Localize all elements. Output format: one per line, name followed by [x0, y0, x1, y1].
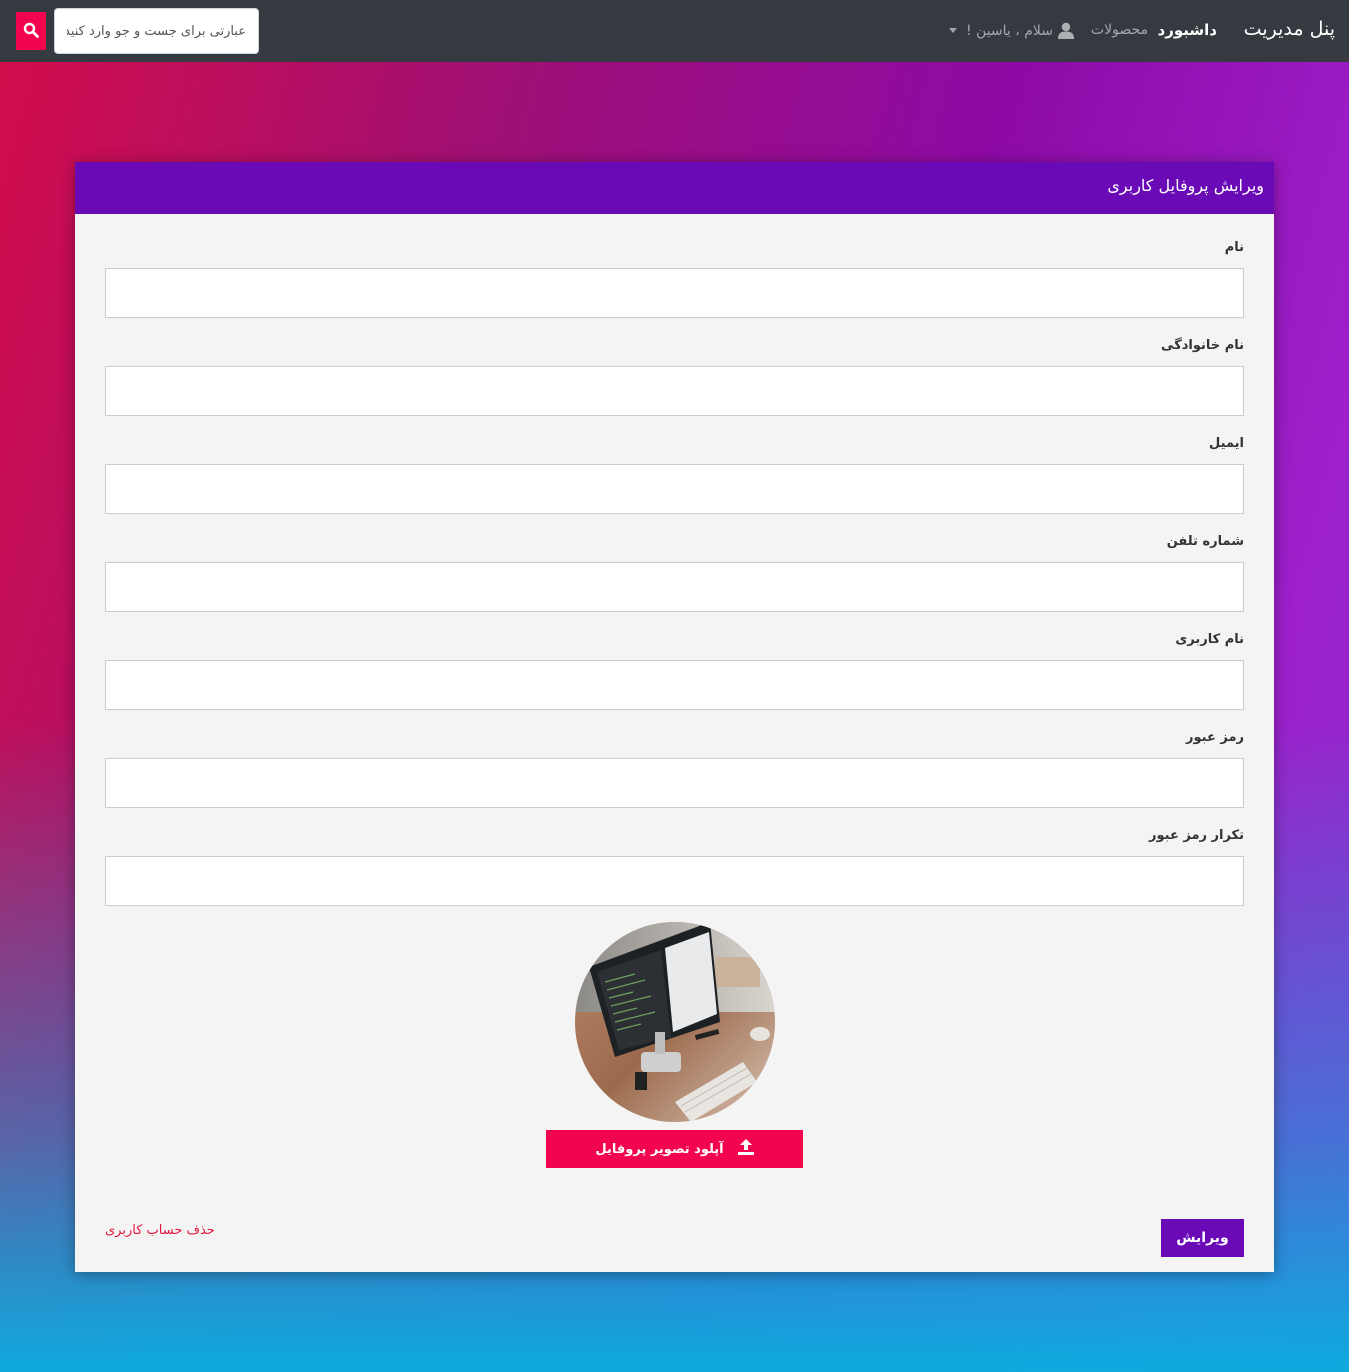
navbar-brand[interactable]: پنل مدیریت: [1244, 18, 1335, 40]
card-title: ویرایش پروفایل کاربری: [75, 162, 1274, 214]
password-field[interactable]: [105, 758, 1244, 808]
profile-avatar-image: [575, 922, 775, 1122]
phone-field[interactable]: [105, 562, 1244, 612]
submit-edit-button[interactable]: ویرایش: [1161, 1219, 1244, 1257]
password-label: رمز عبور: [1186, 730, 1244, 745]
nav-products-link[interactable]: محصولات: [1091, 22, 1148, 38]
user-menu-dropdown[interactable]: سلام ، یاسین !: [948, 22, 1074, 39]
user-icon: [1058, 22, 1074, 39]
search-button[interactable]: [16, 12, 46, 50]
nav-dashboard-link[interactable]: داشبورد: [1158, 21, 1217, 39]
chevron-down-icon: [948, 28, 957, 33]
username-label: نام کاربری: [1175, 632, 1244, 647]
top-navbar: پنل مدیریت داشبورد محصولات سلام ، یاسین …: [0, 0, 1349, 62]
email-label: ایمیل: [1209, 436, 1244, 451]
upload-label: آپلود تصویر پروفایل: [595, 1141, 724, 1157]
last-name-field[interactable]: [105, 366, 1244, 416]
search-icon: [23, 22, 39, 41]
search-input[interactable]: [54, 8, 259, 54]
username-field[interactable]: [105, 660, 1244, 710]
confirm-password-field[interactable]: [105, 856, 1244, 906]
email-field[interactable]: [105, 464, 1244, 514]
upload-icon: [737, 1139, 754, 1159]
profile-edit-card: ویرایش پروفایل کاربری نام نام خانوادگی ا…: [75, 162, 1274, 1272]
first-name-field[interactable]: [105, 268, 1244, 318]
phone-label: شماره تلفن: [1166, 534, 1244, 549]
delete-account-link[interactable]: حذف حساب کاربری: [105, 1223, 215, 1238]
last-name-label: نام خانوادگی: [1161, 338, 1244, 353]
confirm-password-label: تکرار رمز عبور: [1149, 828, 1244, 843]
first-name-label: نام: [1224, 240, 1244, 255]
upload-profile-image-button[interactable]: آپلود تصویر پروفایل: [546, 1130, 803, 1168]
user-greeting: سلام ، یاسین !: [965, 22, 1053, 39]
